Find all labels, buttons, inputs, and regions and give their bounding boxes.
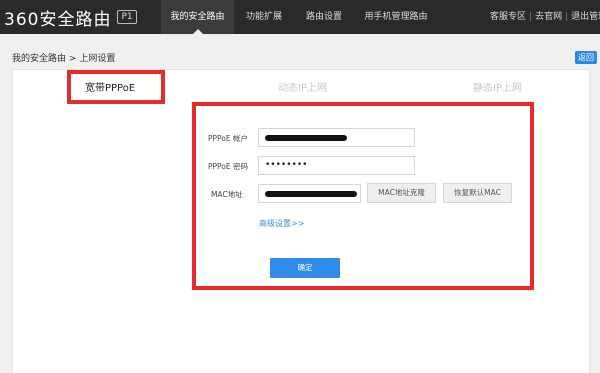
advanced-settings-link[interactable]: 高级设置>>	[259, 218, 304, 229]
breadcrumb: 我的安全路由 > 上网设置	[12, 51, 115, 64]
account-label: PPPoE 帐户	[208, 134, 249, 143]
password-label: PPPoE 密码	[208, 162, 249, 171]
tab-my-router[interactable]: 我的安全路由	[161, 0, 234, 34]
clone-mac-button[interactable]: MAC地址克隆	[367, 183, 436, 203]
model-badge: P1	[117, 10, 137, 24]
breadcrumb-current: 上网设置	[79, 54, 116, 64]
redaction-mark	[265, 135, 347, 141]
breadcrumb-separator: >	[68, 54, 77, 64]
redaction-mark	[265, 191, 357, 197]
highlight-box-pppoe-tab	[67, 70, 165, 104]
logo-text: 360安全路由	[4, 9, 112, 30]
tab-extensions[interactable]: 功能扩展	[240, 0, 288, 34]
tab-dynamic-ip[interactable]: 动态IP上网	[278, 79, 327, 94]
link-logout[interactable]: 退出管理	[571, 12, 600, 22]
mac-label: MAC地址	[211, 190, 243, 199]
tab-mobile-manage[interactable]: 用手机管理路由	[360, 0, 432, 34]
brand-logo[interactable]: 360安全路由 P1	[4, 6, 137, 30]
top-links: 客服专区|去官网|退出管理	[490, 0, 600, 34]
breadcrumb-parent[interactable]: 我的安全路由	[12, 54, 66, 64]
password-input[interactable]: ••••••••	[258, 156, 415, 175]
link-separator: |	[529, 12, 533, 22]
confirm-button[interactable]: 确定	[270, 258, 340, 278]
tab-router-settings[interactable]: 路由设置	[302, 0, 346, 34]
link-separator: |	[565, 12, 569, 22]
link-official-site[interactable]: 去官网	[535, 12, 562, 22]
link-support[interactable]: 客服专区	[490, 12, 526, 22]
restore-mac-button[interactable]: 恢复默认MAC	[443, 183, 512, 203]
tab-static-ip[interactable]: 静态IP上网	[473, 79, 522, 94]
top-nav-bar: 360安全路由 P1 我的安全路由 功能扩展 路由设置 用手机管理路由 客服专区…	[0, 0, 600, 34]
back-button[interactable]: 返回	[575, 51, 597, 64]
